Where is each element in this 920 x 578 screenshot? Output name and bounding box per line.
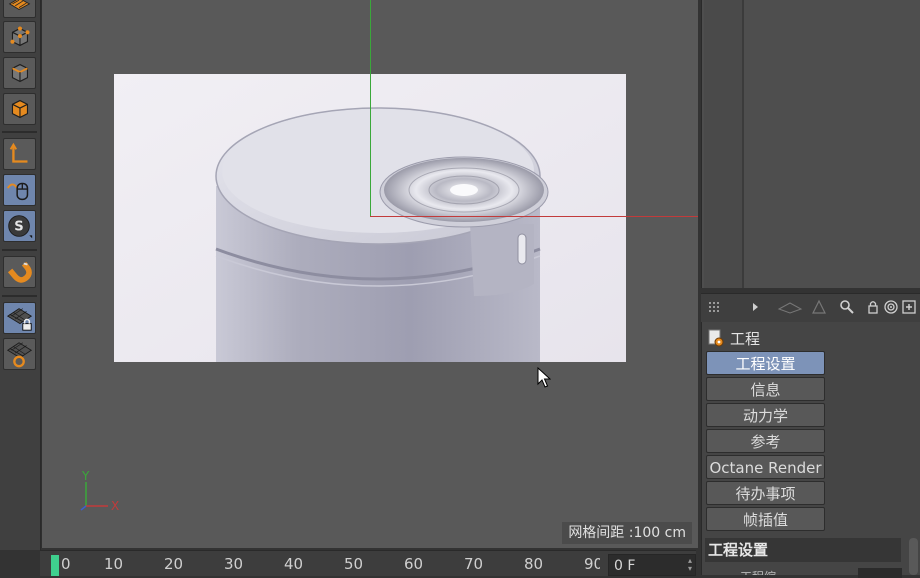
attribute-title-text: 工程 <box>730 329 761 348</box>
object-list-column <box>704 0 742 288</box>
grid-spacing-value: 100 cm <box>633 525 686 541</box>
tweak-mode-button[interactable] <box>3 174 36 206</box>
3d-viewport[interactable]: Y X 网格间距 : 100 cm <box>41 0 698 548</box>
workplane-lock-button[interactable] <box>3 302 36 334</box>
attribute-scrollbar[interactable] <box>909 538 918 575</box>
attribute-manager-panel: 工程 工程设置 信息 动力学 参考 Octane Render 待办事项 帧插值… <box>701 322 920 578</box>
snap-icon: S <box>8 215 33 239</box>
new-panel-icon[interactable] <box>901 299 917 315</box>
object-manager-panel[interactable] <box>701 0 920 288</box>
edges-mode-button[interactable] <box>3 57 36 89</box>
grid-spacing-readout: 网格间距 : 100 cm <box>562 522 692 544</box>
current-frame-field[interactable]: 0 F ▴ ▾ <box>608 554 696 576</box>
points-mode-icon <box>10 26 30 47</box>
tweak-mode-icon <box>6 182 29 201</box>
magnet-button[interactable] <box>3 256 36 288</box>
polygons-mode-button[interactable] <box>3 93 36 125</box>
tick-label: 40 <box>284 555 304 573</box>
section-header: 工程设置 <box>705 538 901 562</box>
tab-info[interactable]: 信息 <box>706 377 825 401</box>
workplane-button[interactable] <box>3 338 36 370</box>
object-panel-divider[interactable] <box>742 0 744 288</box>
cube-grid-icon <box>8 0 31 11</box>
gizmo-x-label: X <box>111 499 119 513</box>
tick-label: 30 <box>224 555 244 573</box>
tick-label: 20 <box>164 555 184 573</box>
workplane-icon <box>6 342 33 368</box>
edges-mode-icon <box>11 63 29 83</box>
axis-mode-icon <box>9 142 28 163</box>
workplane-lock-icon <box>6 308 33 331</box>
tick-label: 70 <box>464 555 484 573</box>
tick-label: 60 <box>404 555 424 573</box>
play-arrow-icon[interactable] <box>747 299 763 315</box>
move-up-icon[interactable] <box>811 299 827 315</box>
lock-icon[interactable] <box>865 299 881 315</box>
world-y-axis-line <box>370 0 371 217</box>
model-mode-button[interactable] <box>3 0 36 18</box>
tick-label: 80 <box>524 555 544 573</box>
tab-key-interpolation[interactable]: 帧插值 <box>706 507 825 531</box>
target-icon[interactable] <box>883 299 899 315</box>
world-x-axis-line <box>370 216 698 217</box>
points-mode-button[interactable] <box>3 21 36 53</box>
attribute-title: 工程 <box>708 328 760 348</box>
magnet-icon <box>7 261 32 283</box>
timeline-ruler[interactable]: 0 10 20 30 40 50 60 70 80 90 0 F ▴ ▾ <box>40 550 696 576</box>
project-scale-label: 工程缩 <box>740 568 776 575</box>
mouse-cursor-icon <box>537 367 551 388</box>
tick-label: 50 <box>344 555 364 573</box>
left-toolbar: S <box>0 0 41 550</box>
tick-label: 90 <box>584 555 600 573</box>
view-axis-gizmo: Y X <box>80 469 119 513</box>
current-frame-value: 0 F <box>614 558 636 574</box>
tab-octane-render[interactable]: Octane Render <box>706 455 825 479</box>
tab-project-settings[interactable]: 工程设置 <box>706 351 825 375</box>
svg-text:S: S <box>14 220 23 235</box>
tab-dynamics[interactable]: 动力学 <box>706 403 825 427</box>
search-icon[interactable] <box>839 299 855 315</box>
tick-label: 0 <box>61 555 71 573</box>
current-frame-marker[interactable] <box>51 555 59 576</box>
snap-button[interactable]: S <box>3 210 36 242</box>
frame-spinner-icon[interactable]: ▴ ▾ <box>688 557 692 573</box>
grid-spacing-label: 网格间距 : <box>568 525 634 541</box>
tick-label: 10 <box>104 555 124 573</box>
polygons-mode-icon <box>11 99 29 119</box>
gizmo-y-label: Y <box>81 469 90 483</box>
tab-reference[interactable]: 参考 <box>706 429 825 453</box>
grip-icon[interactable] <box>707 299 723 315</box>
project-gear-icon <box>708 329 724 347</box>
mode-arrows-icon[interactable] <box>777 299 803 315</box>
tab-todo[interactable]: 待办事项 <box>706 481 825 505</box>
project-scale-field[interactable] <box>858 568 902 578</box>
axis-mode-button[interactable] <box>3 138 36 170</box>
attribute-toolbar <box>701 293 920 323</box>
